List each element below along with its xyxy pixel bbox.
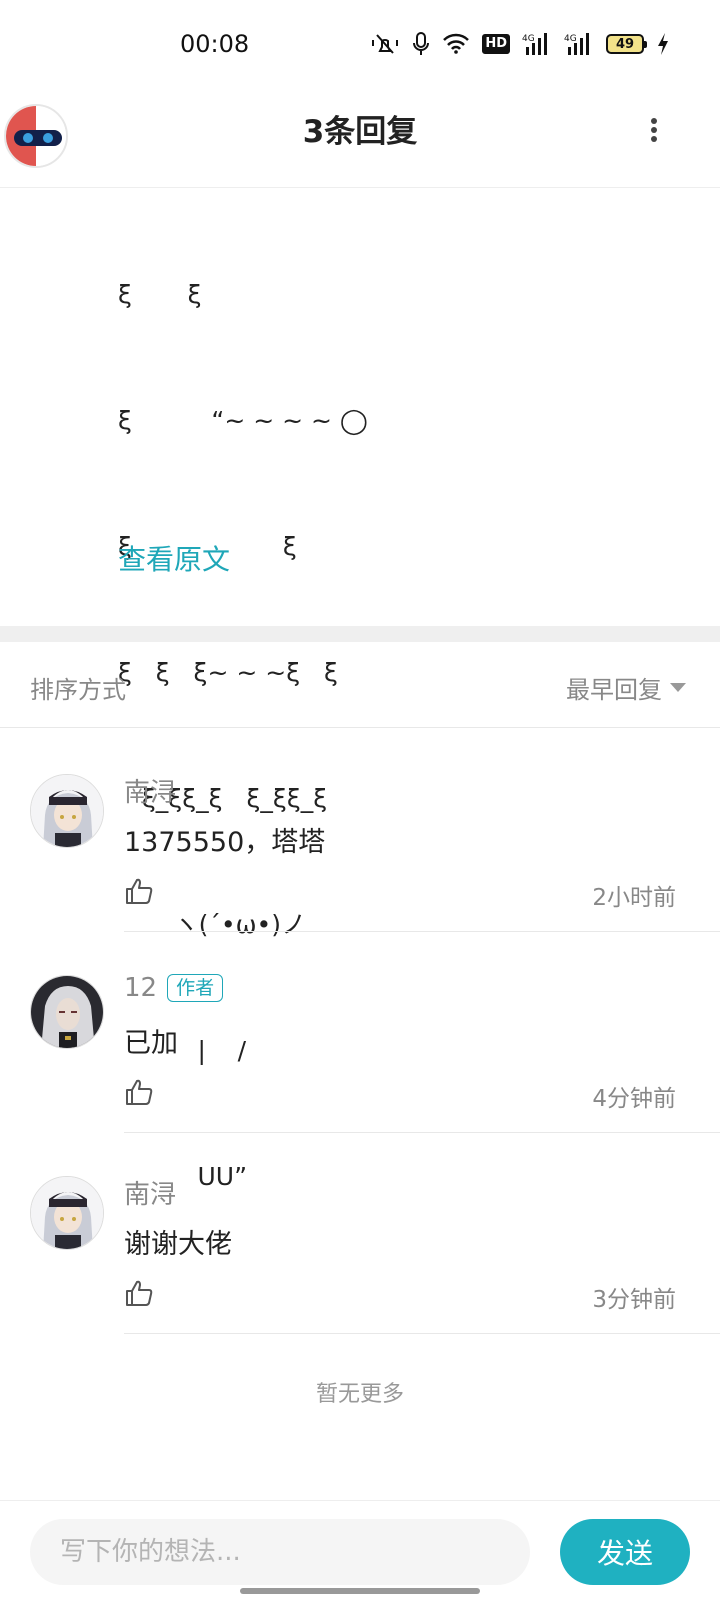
sort-dropdown[interactable]: 最早回复: [566, 670, 686, 705]
battery-level: 49: [615, 36, 635, 52]
hd-badge: HD: [482, 34, 510, 54]
status-bar: 00:08 HD 4G 4G 49: [0, 0, 720, 88]
svg-text:4G: 4G: [522, 34, 535, 44]
comment-input[interactable]: [30, 1519, 530, 1585]
reply-username[interactable]: 南浔: [124, 772, 176, 809]
username[interactable]: 南浔: [124, 1174, 176, 1211]
thumbs-up-icon[interactable]: [124, 1077, 154, 1107]
signal-icon: 4G: [522, 33, 547, 55]
reply-text: 已加: [124, 1028, 178, 1059]
sort-selected-value: 最早回复: [566, 676, 662, 704]
reply-time: 2小时前: [592, 885, 676, 911]
reply-username[interactable]: 南浔: [124, 1174, 176, 1211]
wifi-icon: [443, 33, 470, 54]
svg-text:4G: 4G: [564, 34, 577, 44]
home-indicator[interactable]: [240, 1588, 480, 1594]
reply-username[interactable]: 12 作者: [124, 973, 224, 1003]
page-title: 3条回复: [302, 114, 418, 150]
charging-icon: [658, 33, 668, 55]
list-item[interactable]: 南浔 谢谢大佬 3分钟前: [0, 1130, 720, 1334]
sort-row: 排序方式 最早回复: [0, 642, 720, 728]
comment-bar: 发送: [0, 1500, 720, 1600]
username[interactable]: 南浔: [124, 772, 176, 809]
username[interactable]: 12: [124, 973, 157, 1003]
list-item[interactable]: 12 作者 已加 4分钟前: [0, 929, 720, 1133]
mic-icon: [413, 32, 430, 55]
section-divider: [0, 626, 720, 642]
reply-text: 1375550，塔塔: [124, 827, 326, 858]
divider: [124, 1333, 720, 1334]
reply-time: 4分钟前: [592, 1086, 676, 1112]
thumbs-up-icon[interactable]: [124, 1278, 154, 1308]
mute-icon: [372, 34, 399, 54]
avatar[interactable]: [30, 1176, 104, 1250]
reply-time: 3分钟前: [592, 1287, 676, 1313]
signal-icon: 4G: [564, 33, 589, 55]
header: 3条回复: [0, 88, 720, 188]
ascii-line: ξ “~ ~ ~ ~ ◯: [118, 406, 368, 435]
caret-down-icon: [670, 683, 686, 692]
more-icon[interactable]: [642, 114, 666, 146]
status-time: 00:08: [180, 30, 250, 58]
avatar[interactable]: [30, 774, 104, 848]
no-more-text: 暂无更多: [315, 1382, 404, 1407]
avatar[interactable]: [30, 975, 104, 1049]
sort-label: 排序方式: [30, 676, 126, 704]
ascii-line: ξ ξ: [118, 280, 202, 309]
author-badge: 作者: [167, 974, 224, 1002]
view-original-link[interactable]: 查看原文: [118, 538, 230, 578]
list-item[interactable]: 南浔 1375550，塔塔 2小时前: [0, 728, 720, 932]
reply-text: 谢谢大佬: [124, 1229, 232, 1260]
thumbs-up-icon[interactable]: [124, 876, 154, 906]
status-icons: HD 4G 4G 49: [370, 30, 670, 58]
send-button[interactable]: 发送: [560, 1519, 690, 1585]
battery-icon: 49: [606, 34, 647, 54]
